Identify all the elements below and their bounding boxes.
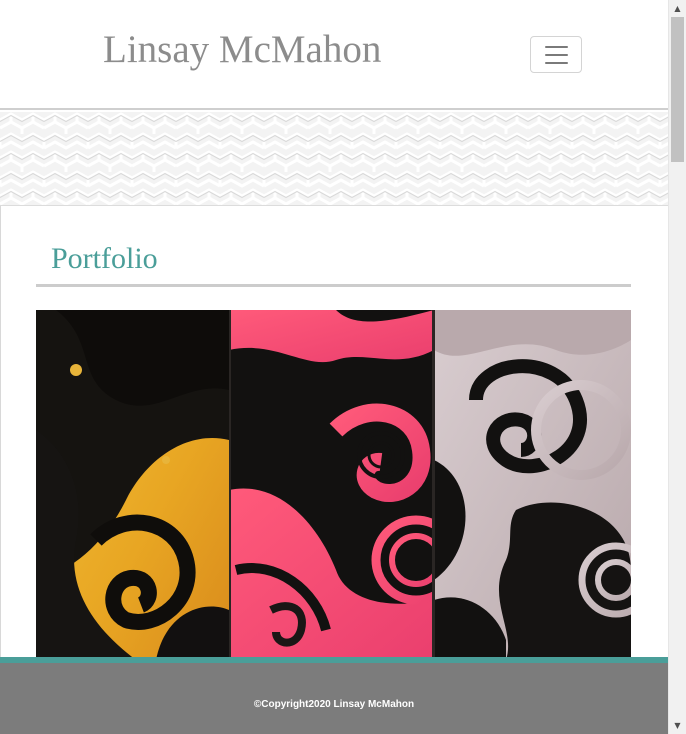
site-footer: ©Copyright2020 Linsay McMahon <box>0 657 668 734</box>
copyright-text: ©Copyright2020 Linsay McMahon <box>253 699 415 710</box>
section-title: Portfolio <box>51 242 158 275</box>
menu-toggle-button[interactable] <box>530 36 582 73</box>
page: Linsay McMahon Portfolio ©Copyright2020 … <box>0 0 668 734</box>
site-header: Linsay McMahon <box>0 0 668 110</box>
scroll-thumb[interactable] <box>671 17 684 162</box>
vertical-scrollbar[interactable]: ▲ ▼ <box>668 0 686 734</box>
portfolio-artwork-image[interactable] <box>36 310 631 660</box>
main-content: Portfolio <box>0 206 668 660</box>
section-divider <box>36 284 631 287</box>
site-title[interactable]: Linsay McMahon <box>103 28 381 72</box>
scroll-up-arrow-icon[interactable]: ▲ <box>669 0 686 17</box>
pattern-banner <box>0 112 668 206</box>
scroll-down-arrow-icon[interactable]: ▼ <box>669 717 686 734</box>
